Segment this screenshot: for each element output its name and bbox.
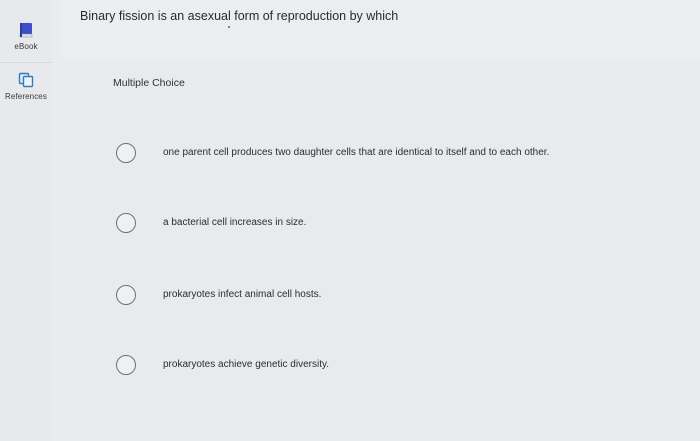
answer-area bbox=[62, 60, 700, 441]
references-label: References bbox=[5, 92, 47, 101]
references-button[interactable]: References bbox=[0, 72, 52, 101]
answer-option[interactable]: a bacterial cell increases in size. bbox=[116, 213, 676, 235]
text-cursor-mark bbox=[228, 26, 230, 28]
sidebar: eBook References bbox=[0, 0, 52, 441]
radio-button[interactable] bbox=[116, 213, 136, 233]
question-text: Binary fission is an asexual form of rep… bbox=[80, 9, 399, 23]
copy-icon bbox=[18, 72, 34, 88]
answer-option[interactable]: one parent cell produces two daughter ce… bbox=[116, 143, 676, 165]
answer-option[interactable]: prokaryotes infect animal cell hosts. bbox=[116, 285, 676, 307]
ebook-label: eBook bbox=[14, 42, 38, 51]
answer-option[interactable]: prokaryotes achieve genetic diversity. bbox=[116, 355, 676, 377]
radio-button[interactable] bbox=[116, 143, 136, 163]
radio-button[interactable] bbox=[116, 285, 136, 305]
page: eBook References Binary fission is an as… bbox=[0, 0, 700, 441]
answer-option-text: prokaryotes achieve genetic diversity. bbox=[163, 359, 330, 370]
answer-option-text: one parent cell produces two daughter ce… bbox=[163, 147, 550, 158]
question-type-label: Multiple Choice bbox=[113, 77, 185, 89]
ebook-button[interactable]: eBook bbox=[0, 22, 52, 51]
sidebar-divider bbox=[0, 62, 52, 63]
answer-option-text: prokaryotes infect animal cell hosts. bbox=[163, 289, 322, 300]
radio-button[interactable] bbox=[116, 355, 136, 375]
answer-option-text: a bacterial cell increases in size. bbox=[163, 217, 307, 228]
book-icon bbox=[19, 23, 33, 38]
